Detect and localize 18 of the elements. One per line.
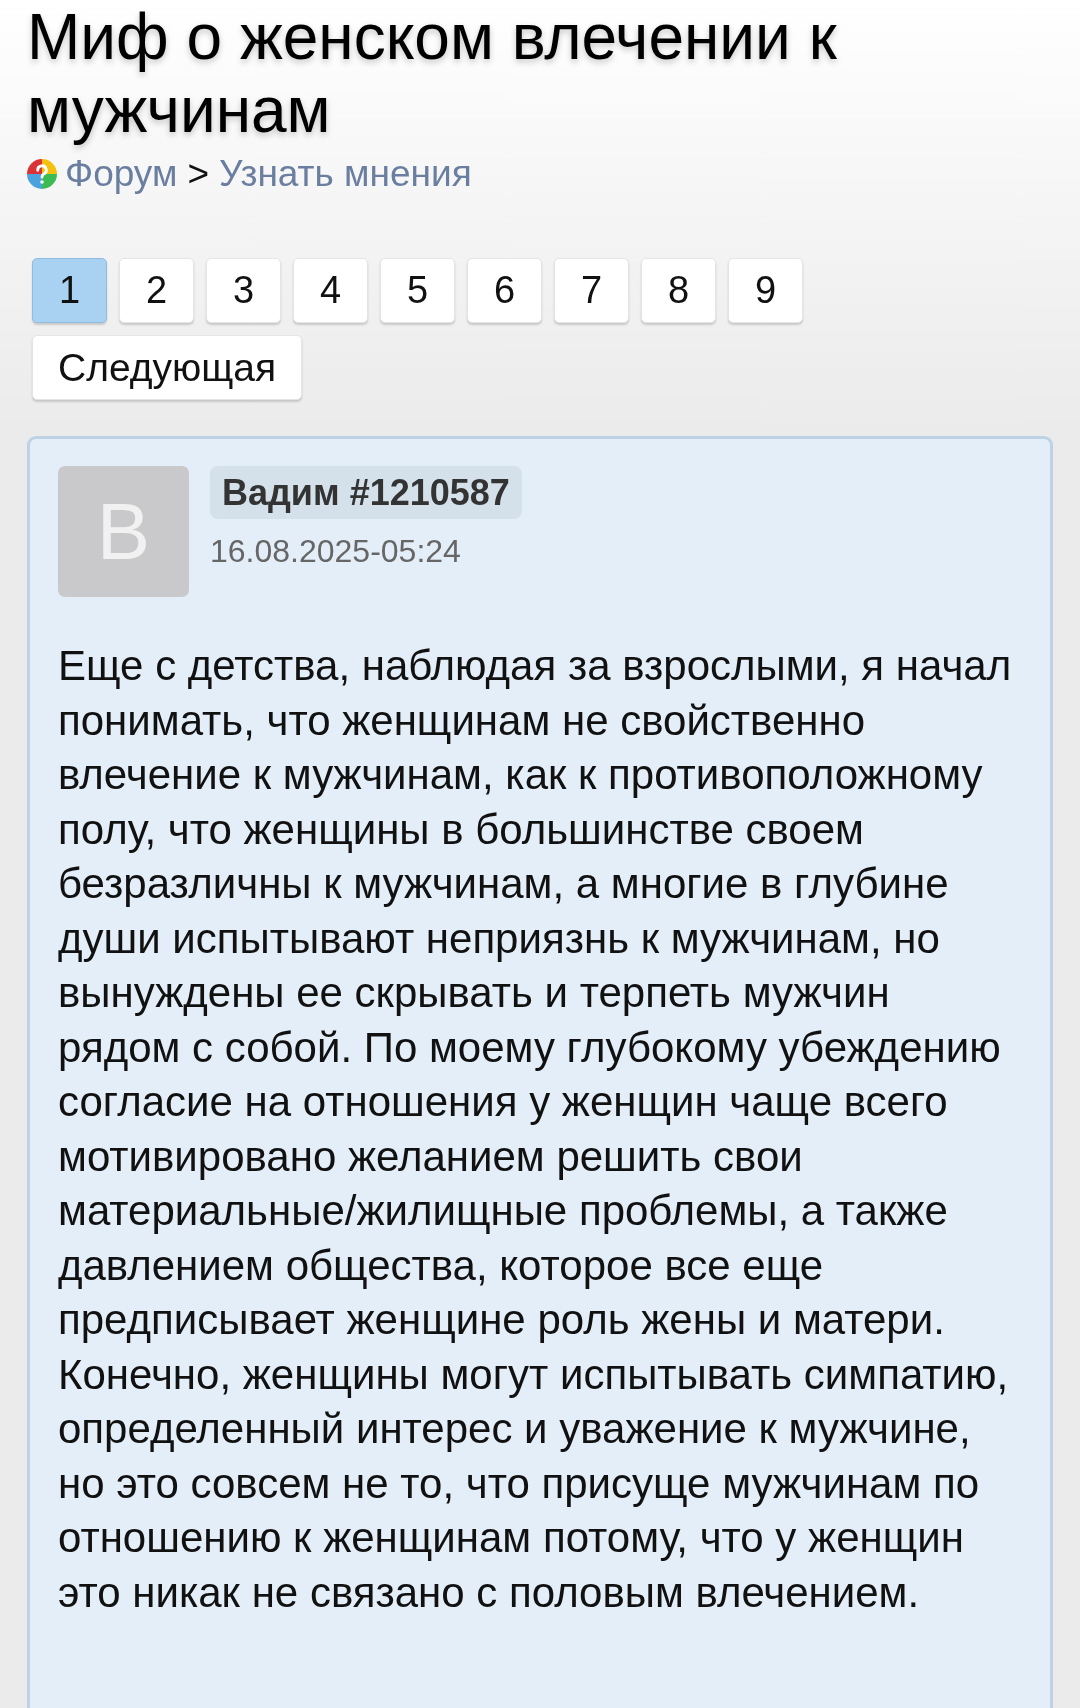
page-title: Миф о женском влечении к мужчинам [27, 1, 838, 147]
post-date: 16.08.2025-05:24 [210, 532, 461, 571]
page-button[interactable]: 1 [32, 258, 107, 323]
breadcrumb-link[interactable]: Форум [65, 151, 178, 197]
breadcrumb-link[interactable]: Узнать мнения [219, 151, 472, 197]
page-button[interactable]: 6 [467, 258, 542, 323]
page-button[interactable]: 3 [206, 258, 281, 323]
page-button[interactable]: 2 [119, 258, 194, 323]
page-button[interactable]: 9 [728, 258, 803, 323]
post-text: Еще с детства, наблюдая за взрослыми, я начал понимать, что женщинам не свойственно влечение к мужчинам, как к противоположному полу, что женщины в большинстве своем безразличны к мужчинам, а многие в глубине души испытывают неприязнь к мужчинам, но вынуждены ее скрывать и терпеть мужчин рядом с собой. По моему глубокому убеждению согласие на отношения у женщин чаще всего мотивировано желанием решить свои материальные/жилищные проблемы, а также давлением общества, которое все еще предписывает женщине роль жены и матери. Конечно, женщины могут испытывать симпатию, определенный интерес и уважение к мужчине, но это совсем не то, что присуще мужчинам по отношению к женщинам потому, что у женщин это никак не связано с половым влечением. [58, 641, 1013, 1618]
question-circle-icon [27, 159, 57, 189]
page-button[interactable]: 4 [293, 258, 368, 323]
next-page-button[interactable]: Следующая [32, 335, 303, 400]
page-button[interactable]: 7 [554, 258, 629, 323]
author-name: Вадим #1210587 [210, 466, 522, 519]
page-button[interactable]: 5 [380, 258, 455, 323]
breadcrumb-separator: > [187, 152, 209, 196]
page-button[interactable]: 8 [641, 258, 716, 323]
